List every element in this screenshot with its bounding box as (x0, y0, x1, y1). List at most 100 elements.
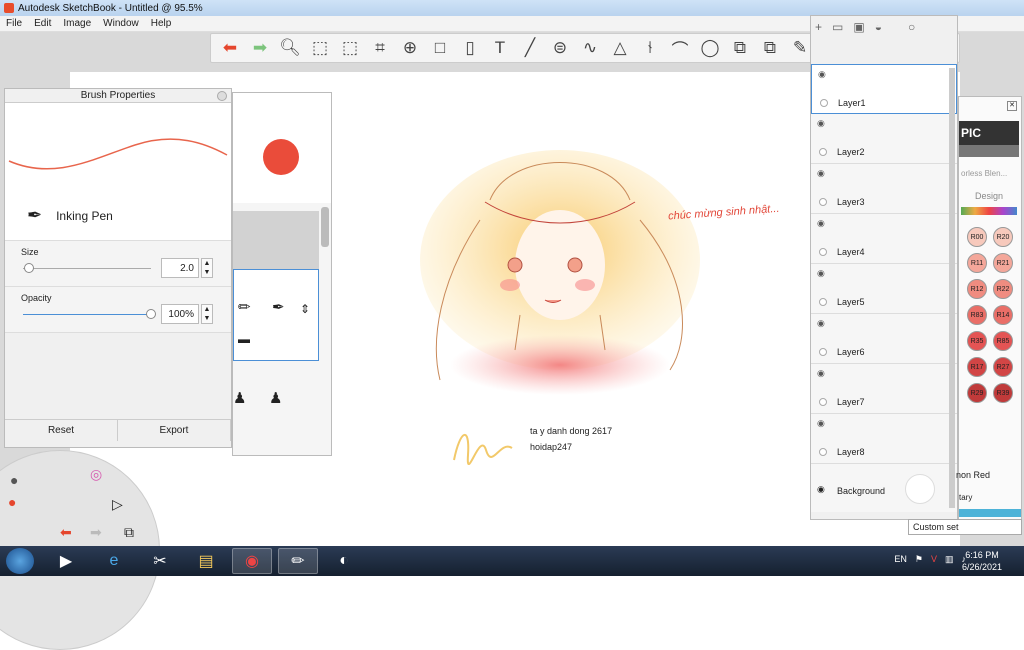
crop-icon[interactable]: ⌗ (365, 34, 395, 62)
visibility-eye-icon[interactable]: ◉ (817, 168, 825, 179)
menu-file[interactable]: File (6, 18, 22, 29)
start-button[interactable] (6, 548, 34, 574)
clock[interactable]: 6:16 PM 6/26/2021 (962, 549, 1002, 573)
select-icon[interactable]: ⬚ (305, 34, 335, 62)
visibility-eye-icon[interactable]: ◉ (817, 418, 825, 429)
color-wheel-icon[interactable]: ◎ (90, 466, 102, 483)
sketchbook-taskbar-icon[interactable]: ✏ (278, 548, 318, 574)
brush-icon[interactable]: ✒ (272, 298, 285, 316)
language-indicator[interactable]: EN (894, 554, 907, 565)
chrome-icon[interactable]: ◉ (232, 548, 272, 574)
file-explorer-icon[interactable]: ▤ (186, 548, 226, 574)
layer-radio[interactable] (819, 398, 827, 406)
layer-row[interactable]: ◉ Layer4 (811, 214, 957, 264)
export-button[interactable]: Export (118, 420, 231, 441)
close-icon[interactable]: ✕ (1007, 101, 1017, 111)
layer-radio[interactable] (819, 248, 827, 256)
visibility-eye-icon[interactable]: ◉ (818, 69, 826, 80)
flag-icon[interactable]: ⚑ (915, 554, 923, 565)
move-handle-icon[interactable]: ⇕ (300, 302, 310, 316)
blend-icon[interactable]: ◒ (875, 20, 882, 34)
copic-swatch[interactable]: R11 (967, 253, 987, 273)
layer-row[interactable]: ◉ Layer2 (811, 114, 957, 164)
copic-swatch[interactable]: R12 (967, 279, 987, 299)
brush-lagoon-icon[interactable]: ● (10, 472, 18, 488)
lasso-icon[interactable]: ⊕ (395, 34, 425, 62)
opacity-input[interactable]: 100% (161, 304, 199, 324)
select-arrow-icon[interactable]: ▷ (112, 496, 123, 513)
bucket-icon[interactable]: ▯ (455, 34, 485, 62)
opacity-slider-thumb[interactable] (146, 309, 156, 319)
visibility-eye-icon[interactable]: ◉ (817, 218, 825, 229)
brush-set-selected[interactable]: ✏ ✒ ⇕ ▬ (233, 269, 319, 361)
image-icon[interactable]: ▣ (853, 20, 864, 34)
snipping-tool-icon[interactable]: ✂ (140, 548, 180, 574)
layers-scrollbar[interactable] (949, 68, 955, 508)
size-stepper[interactable]: ▲ ▼ (201, 258, 213, 278)
undo-icon[interactable]: ⬅ (60, 524, 72, 541)
internet-explorer-icon[interactable]: e (94, 548, 134, 574)
layer-row[interactable]: ◉ Layer6 (811, 314, 957, 364)
copic-swatch[interactable]: R14 (993, 305, 1013, 325)
network-icon[interactable]: ▥ (945, 554, 954, 565)
text-icon[interactable]: T (485, 34, 515, 62)
opacity-slider-track[interactable] (23, 314, 151, 315)
layer-row[interactable]: ◉ Layer1 (811, 64, 957, 114)
zoom-icon[interactable]: 🔍︎ (275, 34, 305, 62)
current-color-swatch[interactable] (263, 139, 299, 175)
ruler-icon[interactable]: ╱ (515, 34, 545, 62)
layers-icon[interactable]: ⧉ (124, 524, 134, 541)
copic-swatch[interactable]: R85 (993, 331, 1013, 351)
layer-radio[interactable] (819, 148, 827, 156)
eraser-icon[interactable]: ▬ (238, 332, 250, 346)
copic-swatch[interactable]: R83 (967, 305, 987, 325)
vivaldi-icon[interactable]: V (931, 554, 937, 565)
brush-selector[interactable]: ✒ Inking Pen (5, 191, 231, 241)
layer-radio[interactable] (819, 348, 827, 356)
brush-icon[interactable]: ♟ (233, 389, 246, 407)
layer-radio[interactable] (819, 298, 827, 306)
shape-icon[interactable]: ⧉ (725, 34, 755, 62)
paint-icon[interactable]: ◐ (324, 548, 364, 574)
copic-swatch[interactable]: R39 (993, 383, 1013, 403)
menu-edit[interactable]: Edit (34, 18, 51, 29)
layer-radio[interactable] (819, 198, 827, 206)
copic-swatch[interactable]: R20 (993, 227, 1013, 247)
reset-button[interactable]: Reset (5, 420, 118, 441)
menu-help[interactable]: Help (151, 18, 172, 29)
copic-icon[interactable]: ⧉ (755, 34, 785, 62)
curve-icon[interactable]: ∿ (575, 34, 605, 62)
brush-library-scrollbar[interactable] (321, 207, 329, 247)
circle-icon[interactable]: ◯ (695, 34, 725, 62)
redo-icon[interactable]: ➡ (90, 524, 102, 541)
symmetry-icon[interactable]: ⫮ (635, 34, 665, 62)
brush-icon[interactable]: ✏ (238, 298, 251, 316)
copic-swatch[interactable]: R22 (993, 279, 1013, 299)
copic-swatch[interactable]: R21 (993, 253, 1013, 273)
color-lagoon-icon[interactable]: ● (8, 494, 16, 510)
ellipse-guide-icon[interactable]: ⊜ (545, 34, 575, 62)
undo-icon[interactable]: ⬅ (215, 34, 245, 62)
layer-row[interactable]: ◉ Layer7 (811, 364, 957, 414)
size-slider-thumb[interactable] (24, 263, 35, 273)
opacity-stepper[interactable]: ▲ ▼ (201, 304, 213, 324)
layer-radio[interactable] (820, 99, 828, 107)
copic-swatch[interactable]: R27 (993, 357, 1013, 377)
copic-swatch[interactable]: R17 (967, 357, 987, 377)
visibility-eye-icon[interactable]: ◉ (817, 368, 825, 379)
size-input[interactable]: 2.0 (161, 258, 199, 278)
visibility-eye-icon[interactable]: ◉ (817, 318, 825, 329)
custom-set-dropdown[interactable]: Custom set (908, 519, 1022, 535)
copic-swatch[interactable]: R35 (967, 331, 987, 351)
copic-swatch[interactable]: R29 (967, 383, 987, 403)
close-icon[interactable]: ○ (908, 20, 915, 34)
media-player-icon[interactable]: ▶ (46, 548, 86, 574)
layer-row[interactable]: ◉ Layer3 (811, 164, 957, 214)
hue-strip[interactable] (961, 207, 1017, 215)
redo-icon[interactable]: ➡ (245, 34, 275, 62)
menu-window[interactable]: Window (103, 18, 139, 29)
distort-icon[interactable]: □ (425, 34, 455, 62)
line-icon[interactable]: ⌒ (665, 34, 695, 62)
close-icon[interactable] (217, 91, 227, 101)
visibility-eye-icon[interactable]: ◉ (817, 484, 825, 495)
